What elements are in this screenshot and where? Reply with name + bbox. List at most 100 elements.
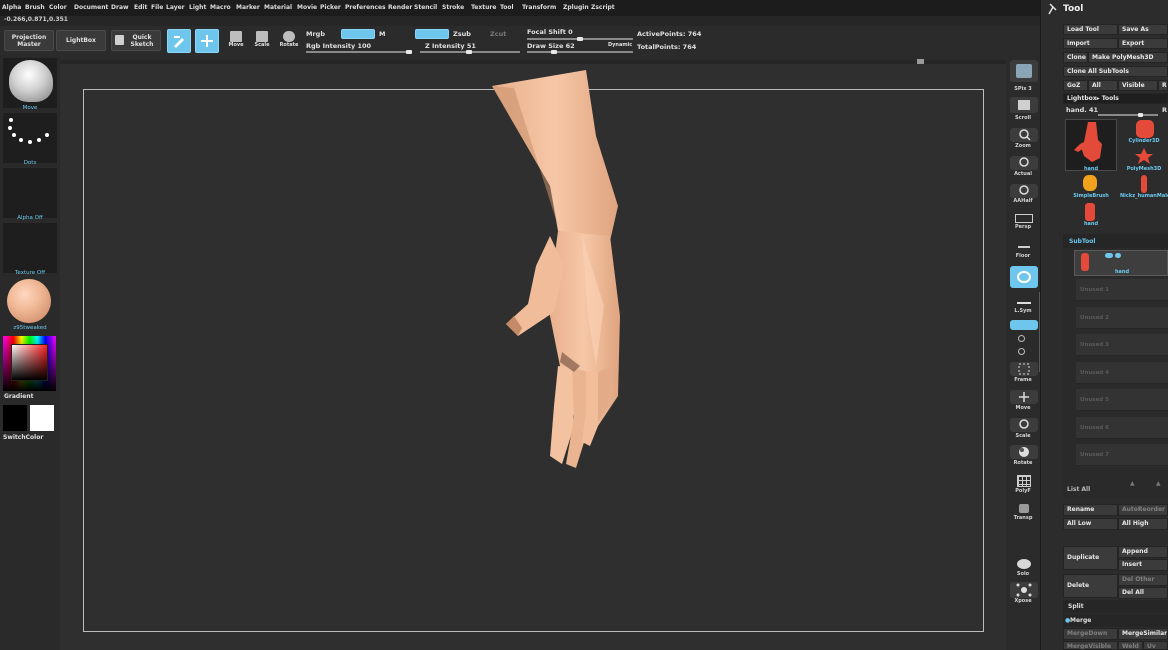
projection-master-button[interactable]: Projection Master [4,30,54,51]
tool-thumb-nickz-human-male[interactable] [1120,174,1168,194]
tool-thumb-polymesh3d[interactable] [1120,147,1168,165]
lsym-button[interactable] [1010,298,1038,308]
frame-button[interactable] [1010,362,1038,376]
goz-visible-button[interactable]: Visible [1118,80,1158,91]
all-high-button[interactable]: All High [1118,518,1168,530]
zcut-toggle[interactable]: Zcut [490,30,506,38]
make-polymesh-button[interactable]: Make PolyMesh3D [1088,52,1168,63]
menu-layer[interactable]: Layer [166,4,185,11]
zadd-toggle[interactable]: Zadd [415,29,449,39]
menu-zscript[interactable]: Zscript [591,4,615,11]
import-button[interactable]: Import [1063,38,1118,49]
export-button[interactable]: Export [1118,38,1168,49]
lightbox-tools-button[interactable]: Lightbox▸ Tools [1063,93,1168,104]
xpose-button[interactable] [1010,582,1038,598]
aahalf-button[interactable] [1010,184,1038,198]
tool-thumb-hand-2[interactable] [1065,202,1117,222]
save-as-button[interactable]: Save As [1118,24,1168,35]
load-tool-button[interactable]: Load Tool [1063,24,1118,35]
rotate-z-icon[interactable] [1018,348,1025,355]
goz-button[interactable]: GoZ [1063,80,1088,91]
menu-alpha[interactable]: Alpha [2,4,21,11]
zoom-button[interactable] [1010,128,1038,142]
insert-button[interactable]: Insert [1118,559,1168,571]
hand-model[interactable] [478,66,628,472]
menu-material[interactable]: Material [264,4,292,11]
menu-stencil[interactable]: Stencil [414,4,437,11]
subtool-slot[interactable]: Unused 3 [1076,334,1168,356]
polyf-button[interactable] [1010,474,1038,488]
clone-button[interactable]: Clone [1063,52,1088,63]
menu-draw[interactable]: Draw [111,4,129,11]
transp-button[interactable] [1010,502,1038,514]
color-picker[interactable] [3,336,56,391]
menu-edit[interactable]: Edit [134,4,147,11]
menu-preferences[interactable]: Preferences [345,4,386,11]
rename-button[interactable]: Rename [1063,504,1118,516]
merge-similar-button[interactable]: MergeSimilar [1118,628,1168,640]
subtool-item-hand[interactable]: hand [1074,250,1168,276]
all-low-button[interactable]: All Low [1063,518,1118,530]
color-square[interactable] [11,344,48,381]
subtool-slot[interactable]: Unused 7 [1076,444,1168,466]
rgb-toggle[interactable]: Rgb [341,29,375,39]
menu-zplugin[interactable]: Zplugin [563,4,589,11]
subtool-slot[interactable]: Unused 4 [1076,362,1168,384]
menu-picker[interactable]: Picker [320,4,341,11]
xyz-rotate-button[interactable] [1010,320,1038,330]
del-other-button[interactable]: Del Other [1118,574,1168,586]
texture-selector[interactable] [3,223,57,273]
secondary-color-swatch[interactable] [3,405,27,431]
delete-button[interactable]: Delete [1063,574,1118,598]
subtool-header[interactable]: SubTool [1063,234,1168,248]
tool-thumb-hand[interactable] [1065,119,1117,171]
brush-selector[interactable] [3,58,57,108]
menu-tool[interactable]: Tool [500,4,514,11]
switch-color-button[interactable]: SwitchColor [3,434,43,441]
weld-button[interactable]: Weld [1118,641,1143,650]
rotate-y-icon[interactable] [1018,335,1025,342]
split-subpalette-header[interactable]: Split [1063,600,1168,613]
spix-button[interactable] [1010,60,1038,82]
goz-r-button[interactable]: R [1158,80,1168,91]
stroke-selector[interactable] [3,113,57,163]
clone-all-subtools-button[interactable]: Clone All SubTools [1063,66,1168,77]
rgb-intensity-slider[interactable] [306,50,412,54]
z-intensity-slider[interactable] [420,50,520,54]
merge-visible-button[interactable]: MergeVisible [1063,641,1118,650]
pin-icon[interactable] [1047,3,1059,15]
menu-macro[interactable]: Macro [210,4,231,11]
alpha-selector[interactable] [3,168,57,218]
rotate-view-button[interactable] [1010,445,1038,459]
rotate-mode-button[interactable]: Rotate [278,30,300,52]
tool-thumb-simplebrush[interactable] [1065,174,1117,194]
move-down-arrow-icon[interactable]: ▲ [1156,480,1161,487]
menu-movie[interactable]: Movie [297,4,317,11]
menu-texture[interactable]: Texture [471,4,496,11]
gradient-label[interactable]: Gradient [4,393,34,400]
actual-button[interactable] [1010,156,1038,170]
lightbox-button[interactable]: LightBox [56,30,106,51]
scroll-handle[interactable] [917,59,924,64]
move-up-arrow-icon[interactable]: ▲ [1130,480,1135,487]
menu-render[interactable]: Render [388,4,412,11]
mrgb-toggle[interactable]: Mrgb [306,30,325,38]
m-toggle[interactable]: M [379,30,385,38]
solo-button[interactable] [1010,558,1038,570]
merge-down-button[interactable]: MergeDown [1063,628,1118,640]
list-all-button[interactable]: List All [1067,486,1090,493]
subtool-slot[interactable]: Unused 2 [1076,307,1168,329]
subtool-slot[interactable]: Unused 1 [1076,279,1168,301]
main-color-swatch[interactable] [30,405,54,431]
local-button[interactable] [1010,266,1038,288]
visibility-icon[interactable] [1115,253,1121,258]
material-selector[interactable] [3,278,57,328]
dynamic-toggle[interactable]: Dynamic [608,42,632,48]
zsub-toggle[interactable]: Zsub [453,30,471,38]
menu-stroke[interactable]: Stroke [442,4,464,11]
goz-all-button[interactable]: All [1088,80,1118,91]
menu-light[interactable]: Light [189,4,206,11]
duplicate-button[interactable]: Duplicate [1063,546,1118,570]
auto-reorder-button[interactable]: AutoReorder [1118,504,1168,516]
del-all-button[interactable]: Del All [1118,587,1168,599]
